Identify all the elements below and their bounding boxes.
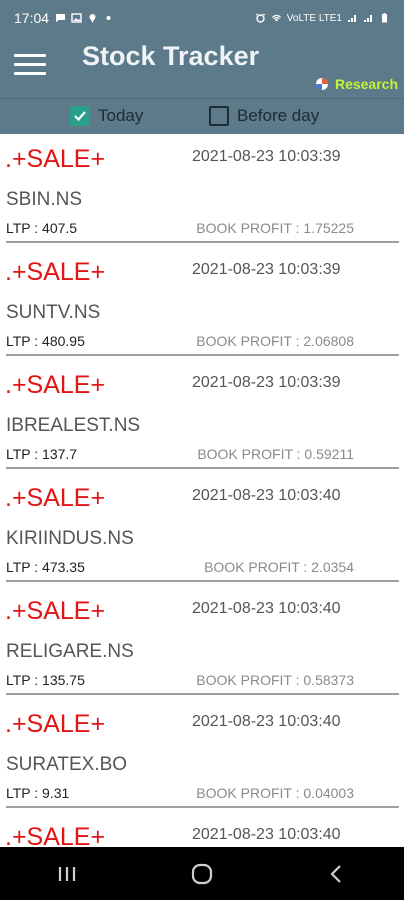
ltp-value: LTP : 9.31 <box>6 785 70 801</box>
signal-label: .+SALE+ <box>5 484 106 512</box>
recents-icon <box>59 866 76 881</box>
list-item[interactable]: .+SALE+ 2021-08-23 10:03:40 KIRIINDUS.NS… <box>0 473 404 586</box>
research-icon <box>315 78 328 90</box>
home-icon <box>191 863 213 884</box>
list-item[interactable]: .+SALE+ 2021-08-23 10:03:40 SURATEX.BO L… <box>0 699 404 812</box>
timestamp: 2021-08-23 10:03:39 <box>192 261 341 278</box>
back-button[interactable] <box>317 854 357 894</box>
before-day-checkbox[interactable] <box>209 106 229 126</box>
chat-icon <box>56 14 66 22</box>
divider <box>6 467 399 469</box>
stock-symbol: SUNTV.NS <box>6 302 101 323</box>
menu-icon <box>14 54 46 57</box>
timestamp: 2021-08-23 10:03:40 <box>192 826 341 843</box>
network-text: VoLTE LTE1 <box>286 12 342 24</box>
today-checkbox[interactable] <box>70 106 90 126</box>
ltp-value: LTP : 135.75 <box>6 672 85 688</box>
divider <box>6 354 399 356</box>
list-item[interactable]: .+SALE+ 2021-08-23 10:03:39 IBREALEST.NS… <box>0 360 404 473</box>
research-button[interactable]: Research <box>315 76 398 92</box>
app-bar: Stock Tracker Research <box>0 36 404 98</box>
signal-list[interactable]: .+SALE+ 2021-08-23 10:03:39 SBIN.NS LTP … <box>0 134 404 847</box>
stock-symbol: KIRIINDUS.NS <box>6 528 134 549</box>
stock-symbol: SBIN.NS <box>6 189 83 210</box>
menu-button[interactable] <box>14 54 46 80</box>
recents-button[interactable] <box>47 854 87 894</box>
signal-icon <box>348 15 356 22</box>
filter-bar: Today Before day <box>0 98 404 134</box>
list-item[interactable]: .+SALE+ 2021-08-23 10:03:39 SUNTV.NS LTP… <box>0 247 404 360</box>
dot-icon <box>106 16 111 20</box>
signal-label: .+SALE+ <box>5 710 106 738</box>
timestamp: 2021-08-23 10:03:40 <box>192 487 341 504</box>
book-profit: BOOK PROFIT : 0.04003 <box>196 785 354 801</box>
checkmark-icon <box>74 111 86 122</box>
divider <box>6 693 399 695</box>
status-bar: 17:04 VoLTE LTE1 <box>0 0 404 36</box>
ltp-value: LTP : 137.7 <box>6 446 78 462</box>
list-item[interactable]: .+SALE+ 2021-08-23 10:03:40 RELIGARE.NS … <box>0 586 404 699</box>
list-item[interactable]: .+SALE+ 2021-08-23 10:03:39 SBIN.NS LTP … <box>0 134 404 247</box>
signal-icon-2 <box>364 15 372 22</box>
list-item[interactable]: .+SALE+ 2021-08-23 10:03:40 <box>0 812 404 847</box>
signal-label: .+SALE+ <box>5 597 106 625</box>
book-profit: BOOK PROFIT : 2.06808 <box>196 333 354 349</box>
divider <box>6 580 399 582</box>
hotspot-icon <box>271 14 281 22</box>
back-icon <box>330 864 341 883</box>
stock-symbol: RELIGARE.NS <box>6 641 134 662</box>
battery-icon <box>382 13 387 23</box>
filter-today[interactable]: Today <box>70 106 143 126</box>
image-icon <box>71 13 82 23</box>
timestamp: 2021-08-23 10:03:39 <box>192 148 341 165</box>
signal-label: .+SALE+ <box>5 258 106 286</box>
home-button[interactable] <box>182 854 222 894</box>
timestamp: 2021-08-23 10:03:40 <box>192 600 341 617</box>
book-profit: BOOK PROFIT : 0.58373 <box>196 672 354 688</box>
filter-before-day[interactable]: Before day <box>209 106 319 126</box>
system-nav-bar <box>0 847 404 900</box>
status-time: 17:04 <box>14 10 50 26</box>
timestamp: 2021-08-23 10:03:39 <box>192 374 341 391</box>
ltp-value: LTP : 407.5 <box>6 220 78 236</box>
book-profit: BOOK PROFIT : 0.59211 <box>197 446 354 462</box>
signal-label: .+SALE+ <box>5 823 106 847</box>
divider <box>6 806 399 808</box>
signal-label: .+SALE+ <box>5 371 106 399</box>
app-title: Stock Tracker <box>82 41 260 71</box>
signal-label: .+SALE+ <box>5 145 106 173</box>
ltp-value: LTP : 480.95 <box>6 333 85 349</box>
before-day-label: Before day <box>237 106 320 125</box>
alarm-icon <box>255 13 266 23</box>
stock-symbol: IBREALEST.NS <box>6 415 141 436</box>
stock-symbol: SURATEX.BO <box>6 754 128 775</box>
book-profit: BOOK PROFIT : 2.0354 <box>204 559 354 575</box>
timestamp: 2021-08-23 10:03:40 <box>192 713 341 730</box>
divider <box>6 241 399 243</box>
today-label: Today <box>98 106 144 125</box>
location-icon <box>89 14 96 23</box>
research-label: Research <box>334 76 398 92</box>
ltp-value: LTP : 473.35 <box>6 559 85 575</box>
book-profit: BOOK PROFIT : 1.75225 <box>196 220 354 236</box>
